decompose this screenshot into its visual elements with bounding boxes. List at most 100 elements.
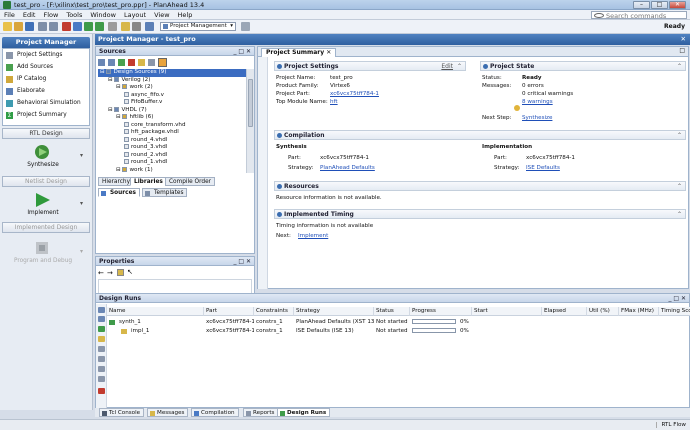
tab-sources[interactable]: Sources xyxy=(98,188,140,197)
flow-implemented-design[interactable]: Implemented Design xyxy=(2,222,90,233)
hierarchy-toggle-icon[interactable] xyxy=(158,58,167,67)
synth-strategy-link[interactable]: PlanAhead Defaults xyxy=(320,165,375,172)
column-header[interactable]: Timing Score xyxy=(659,307,690,316)
column-header[interactable]: Status xyxy=(374,307,410,316)
previous-icon[interactable] xyxy=(98,356,105,362)
tree-item[interactable]: round_3.vhdl xyxy=(98,144,248,152)
tab-hierarchy[interactable]: Hierarchy xyxy=(98,177,135,186)
column-header[interactable]: Constraints xyxy=(254,307,294,316)
collapse-icon[interactable]: ⌃ xyxy=(677,182,682,191)
flow-project-manager-header[interactable]: Project Manager xyxy=(2,37,90,48)
save-icon[interactable] xyxy=(25,22,34,31)
run-all-icon[interactable] xyxy=(95,22,104,31)
flow-item-ip-catalog[interactable]: IP Catalog xyxy=(5,74,89,85)
implement-link[interactable]: Implement xyxy=(298,233,328,240)
menu-help[interactable]: Help xyxy=(174,10,197,19)
tree-item[interactable]: round_2.vhdl xyxy=(98,151,248,160)
panel-controls[interactable]: _ □ ✕ xyxy=(233,47,251,56)
tab-messages[interactable]: Messages xyxy=(147,408,189,417)
collapse-icon[interactable]: ⌃ xyxy=(457,62,462,71)
flow-item-behavioral-simulation[interactable]: Behavioral Simulation xyxy=(5,98,89,109)
column-header[interactable]: Elapsed xyxy=(542,307,587,316)
tree-item[interactable]: round_4.vhdl xyxy=(98,136,248,145)
report-icon[interactable] xyxy=(121,22,130,31)
add-source-icon[interactable] xyxy=(118,59,125,66)
help-icon[interactable] xyxy=(241,22,250,31)
settings-value-link[interactable]: hft xyxy=(330,99,338,106)
menu-window[interactable]: Window xyxy=(86,10,120,19)
settings-value-link[interactable]: xc6vcx75tff784-1 xyxy=(330,91,379,98)
panel-controls[interactable]: _ □ ✕ xyxy=(668,294,686,303)
tab-reports[interactable]: Reports xyxy=(243,408,279,417)
forward-icon[interactable]: → xyxy=(107,269,113,277)
new-project-icon[interactable] xyxy=(3,22,12,31)
close-icon[interactable]: ✕ xyxy=(326,49,331,56)
column-header[interactable]: Part xyxy=(204,307,254,316)
tree-item[interactable]: ⊟ Design Sources (9) xyxy=(98,69,248,77)
layout-icon[interactable] xyxy=(145,22,154,31)
tab-libraries[interactable]: Libraries xyxy=(130,177,167,186)
table-row[interactable]: impl_1 xc6vcx75tff784-1 constrs_1 ISE Defau… xyxy=(107,327,690,336)
last-icon[interactable] xyxy=(98,376,105,382)
tab-design-runs[interactable]: Design Runs xyxy=(277,408,331,417)
edit-link[interactable]: Edit xyxy=(441,62,453,71)
program-chevron-icon[interactable]: ▾ xyxy=(80,248,83,255)
tree-item[interactable]: ⊟ hftlib (6) xyxy=(98,114,248,122)
up-icon[interactable] xyxy=(148,59,155,66)
maximize-icon[interactable]: □ xyxy=(679,47,685,54)
redo-icon[interactable] xyxy=(49,22,58,31)
tree-item[interactable]: ⊟ work (2) xyxy=(98,84,248,92)
flow-item-project-summary[interactable]: Σ Project Summary xyxy=(5,110,89,121)
minimize-button[interactable]: – xyxy=(633,1,650,9)
cut-icon[interactable] xyxy=(62,22,71,31)
menu-view[interactable]: View xyxy=(150,10,173,19)
collapse-icon[interactable]: ⌃ xyxy=(677,210,682,219)
sources-scrollbar[interactable] xyxy=(246,69,254,173)
collapse-icon[interactable]: ⌃ xyxy=(677,131,682,140)
flow-item-project-settings[interactable]: Project Settings xyxy=(5,50,89,61)
undo-icon[interactable] xyxy=(38,22,47,31)
close-button[interactable]: ✕ xyxy=(669,1,686,9)
tree-item[interactable]: round_1.vhdl xyxy=(98,159,248,167)
state-value-link[interactable]: 8 warnings xyxy=(522,99,553,106)
collapse-icon[interactable] xyxy=(98,307,105,313)
copy-icon[interactable] xyxy=(73,22,82,31)
synthesize-chevron-icon[interactable]: ▾ xyxy=(80,152,83,159)
run-icon[interactable] xyxy=(84,22,93,31)
tree-item[interactable]: core_transform.vhd xyxy=(98,121,248,130)
menu-tools[interactable]: Tools xyxy=(62,10,86,19)
tree-item[interactable]: ⊟ Verilog (2) xyxy=(98,76,248,85)
column-header[interactable]: Util (%) xyxy=(587,307,619,316)
reset-run-icon[interactable] xyxy=(98,336,105,342)
column-header[interactable]: Strategy xyxy=(294,307,374,316)
tab-compilation[interactable]: Compilation xyxy=(191,408,239,417)
properties-icon[interactable] xyxy=(138,59,145,66)
scroll-thumb[interactable] xyxy=(248,79,253,127)
flow-netlist-design[interactable]: Netlist Design xyxy=(2,176,90,187)
tree-item[interactable]: FifoBuffer.v xyxy=(98,99,248,107)
first-icon[interactable] xyxy=(98,346,105,352)
tab-compile-order[interactable]: Compile Order xyxy=(165,177,216,186)
tab-project-summary[interactable]: Project Summary ✕ xyxy=(261,48,337,57)
tree-item[interactable]: ⊟ VHDL (7) xyxy=(98,106,248,115)
menu-file[interactable]: File xyxy=(0,10,19,19)
tree-item[interactable]: async_fifo.v xyxy=(98,91,248,100)
delete-run-icon[interactable] xyxy=(98,388,105,394)
state-value-link[interactable]: Synthesize xyxy=(522,115,552,122)
maximize-button[interactable]: □ xyxy=(651,1,668,9)
properties-icon[interactable] xyxy=(117,269,124,276)
open-folder-icon[interactable] xyxy=(14,22,23,31)
flow-rtl-design[interactable]: RTL Design xyxy=(2,128,90,139)
back-icon[interactable]: ← xyxy=(98,269,104,277)
synthesize-button[interactable]: Synthesize xyxy=(8,142,78,172)
column-header[interactable]: Start xyxy=(472,307,542,316)
panel-controls[interactable]: _ □ ✕ xyxy=(233,257,251,266)
menu-flow[interactable]: Flow xyxy=(39,10,62,19)
expand-icon[interactable] xyxy=(108,59,115,66)
close-icon[interactable]: ✕ xyxy=(681,34,686,45)
remove-icon[interactable] xyxy=(128,59,135,66)
tree-item[interactable]: ⊟ work (1) xyxy=(98,166,248,175)
search-input[interactable]: Search commands xyxy=(591,11,687,19)
pointer-icon[interactable]: ↖ xyxy=(127,268,133,276)
stop-icon[interactable] xyxy=(108,22,117,31)
